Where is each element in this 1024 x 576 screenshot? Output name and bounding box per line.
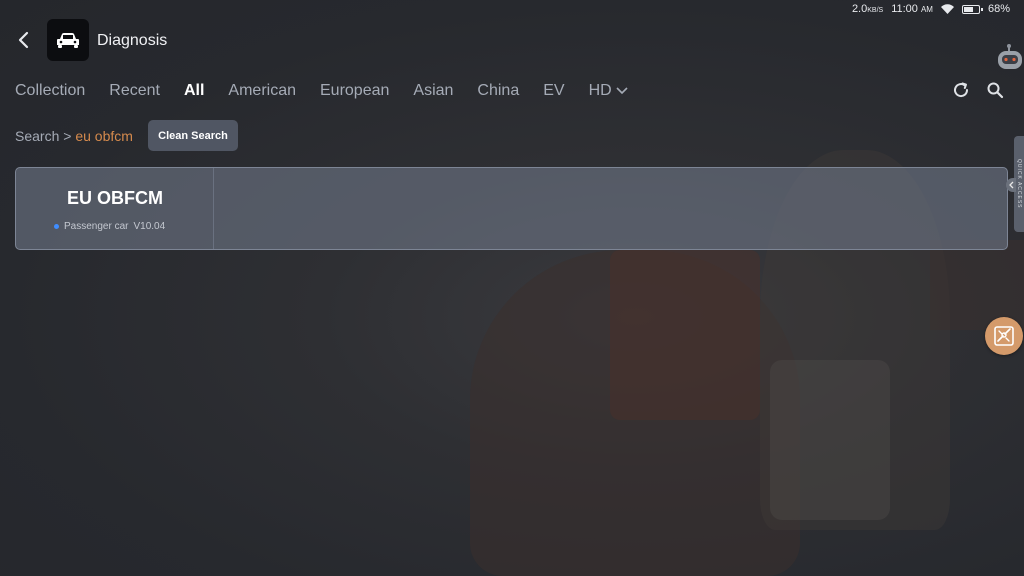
chevron-left-icon: [18, 31, 29, 49]
tab-ev[interactable]: EV: [543, 82, 564, 100]
result-category: Passenger car: [64, 221, 129, 232]
status-dot-icon: [54, 224, 59, 229]
search-icon: [987, 82, 1004, 99]
tab-american[interactable]: American: [228, 82, 296, 100]
background-arm: [770, 360, 890, 520]
quick-access-label: QUICK ACCESS: [1016, 159, 1022, 209]
tab-china[interactable]: China: [477, 82, 519, 100]
background-vest: [610, 250, 760, 420]
refresh-button[interactable]: [952, 81, 970, 99]
clean-search-button[interactable]: Clean Search: [148, 120, 238, 151]
network-speed: 2.0KB/S: [851, 3, 884, 15]
result-card[interactable]: EU OBFCM Passenger car V10.04: [15, 167, 1008, 250]
battery-level: 68%: [987, 3, 1010, 15]
tab-all[interactable]: All: [184, 82, 204, 100]
app-icon: [47, 19, 89, 61]
status-bar: 2.0KB/S 11:00 AM 68%: [852, 3, 1010, 15]
chevron-down-icon: [616, 87, 628, 95]
assistant-button[interactable]: [994, 42, 1024, 74]
car-icon: [57, 33, 79, 48]
result-name: EU OBFCM: [67, 188, 163, 208]
background-shelf: [930, 240, 1024, 330]
tab-asian[interactable]: Asian: [413, 82, 453, 100]
tab-collection[interactable]: Collection: [15, 82, 85, 100]
battery-icon: [961, 4, 983, 14]
tab-recent[interactable]: Recent: [109, 82, 160, 100]
tab-hd-label: HD: [588, 82, 612, 99]
result-card-info: EU OBFCM Passenger car V10.04: [16, 168, 214, 249]
search-term: eu obfcm: [75, 128, 133, 144]
search-button[interactable]: [986, 81, 1004, 99]
result-meta: Passenger car V10.04: [54, 221, 165, 232]
category-tabs: Collection Recent All American European …: [15, 82, 652, 100]
toolbar: [952, 81, 1004, 99]
robot-icon: [998, 44, 1022, 69]
tab-european[interactable]: European: [320, 82, 389, 100]
page-title: Diagnosis: [97, 32, 168, 49]
refresh-icon: [954, 82, 969, 98]
search-breadcrumb: Search > eu obfcm: [15, 128, 133, 144]
result-version: V10.04: [133, 221, 166, 232]
wifi-icon: [940, 4, 954, 14]
diagnostic-tool-icon: [994, 326, 1014, 346]
clock: 11:00 AM: [891, 3, 933, 15]
floating-tool-button[interactable]: [985, 317, 1023, 355]
back-button[interactable]: [12, 28, 36, 52]
tab-hd[interactable]: HD: [589, 82, 628, 100]
search-separator: >: [63, 128, 72, 144]
search-prefix: Search: [15, 128, 60, 144]
chevron-left-icon: [1009, 181, 1014, 189]
quick-access-handle[interactable]: [1006, 178, 1016, 192]
